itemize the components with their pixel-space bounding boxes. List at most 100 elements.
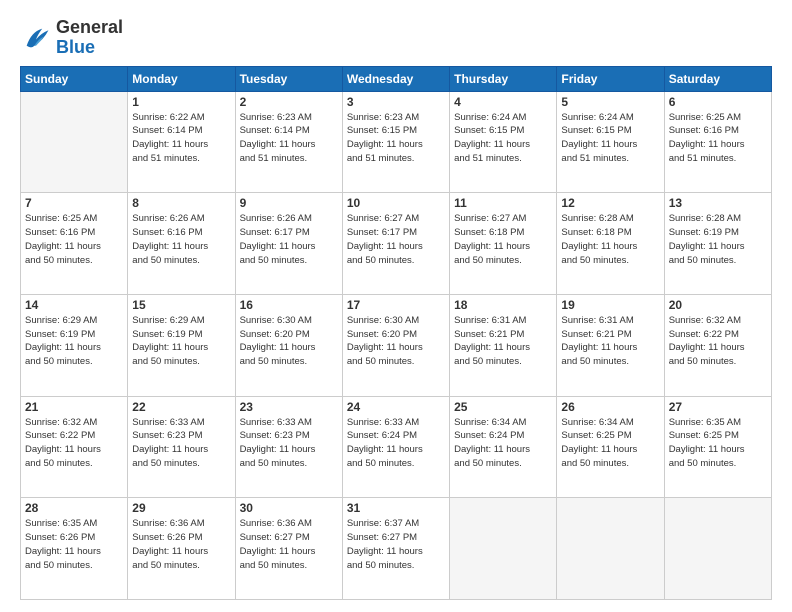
day-info: Sunrise: 6:29 AMSunset: 6:19 PMDaylight:… — [132, 314, 230, 369]
week-row-1: 1Sunrise: 6:22 AMSunset: 6:14 PMDaylight… — [21, 91, 772, 193]
calendar-cell: 1Sunrise: 6:22 AMSunset: 6:14 PMDaylight… — [128, 91, 235, 193]
header: General Blue — [20, 18, 772, 58]
calendar-cell: 27 Sunrise: 6:35 AMSunset: 6:25 PMDayligh… — [664, 396, 771, 498]
page: General Blue SundayMondayTuesdayWednesda… — [0, 0, 792, 612]
day-number: 13 — [669, 196, 767, 210]
day-number: 14 — [25, 298, 123, 312]
calendar-cell: 5 Sunrise: 6:24 AMSunset: 6:15 PMDaylight… — [557, 91, 664, 193]
day-number: 6 — [669, 95, 767, 109]
day-number: 18 — [454, 298, 552, 312]
calendar-cell: 31 Sunrise: 6:37 AMSunset: 6:27 PMDayligh… — [342, 498, 449, 600]
day-number: 31 — [347, 501, 445, 515]
day-info: Sunrise: 6:31 AMSunset: 6:21 PMDaylight:… — [561, 314, 659, 369]
calendar-cell — [557, 498, 664, 600]
calendar-cell: 8 Sunrise: 6:26 AMSunset: 6:16 PMDaylight… — [128, 193, 235, 295]
calendar-cell: 4 Sunrise: 6:24 AMSunset: 6:15 PMDaylight… — [450, 91, 557, 193]
day-info: Sunrise: 6:33 AMSunset: 6:23 PMDaylight:… — [240, 416, 338, 471]
day-number: 19 — [561, 298, 659, 312]
calendar-cell: 6 Sunrise: 6:25 AMSunset: 6:16 PMDaylight… — [664, 91, 771, 193]
day-number: 9 — [240, 196, 338, 210]
day-number: 29 — [132, 501, 230, 515]
day-number: 25 — [454, 400, 552, 414]
calendar-cell — [21, 91, 128, 193]
day-number: 8 — [132, 196, 230, 210]
calendar-cell: 3 Sunrise: 6:23 AMSunset: 6:15 PMDaylight… — [342, 91, 449, 193]
day-info: Sunrise: 6:29 AMSunset: 6:19 PMDaylight:… — [25, 314, 123, 369]
calendar-cell: 18 Sunrise: 6:31 AMSunset: 6:21 PMDayligh… — [450, 294, 557, 396]
week-row-4: 21 Sunrise: 6:32 AMSunset: 6:22 PMDayligh… — [21, 396, 772, 498]
day-number: 27 — [669, 400, 767, 414]
col-header-monday: Monday — [128, 66, 235, 91]
day-number: 3 — [347, 95, 445, 109]
calendar-cell: 13 Sunrise: 6:28 AMSunset: 6:19 PMDayligh… — [664, 193, 771, 295]
day-info: Sunrise: 6:33 AMSunset: 6:23 PMDaylight:… — [132, 416, 230, 471]
day-number: 28 — [25, 501, 123, 515]
day-number: 16 — [240, 298, 338, 312]
day-number: 21 — [25, 400, 123, 414]
day-info: Sunrise: 6:23 AMSunset: 6:15 PMDaylight:… — [347, 111, 445, 166]
day-info: Sunrise: 6:26 AMSunset: 6:16 PMDaylight:… — [132, 212, 230, 267]
calendar-cell: 16 Sunrise: 6:30 AMSunset: 6:20 PMDayligh… — [235, 294, 342, 396]
day-info: Sunrise: 6:24 AMSunset: 6:15 PMDaylight:… — [561, 111, 659, 166]
day-number: 22 — [132, 400, 230, 414]
day-info: Sunrise: 6:31 AMSunset: 6:21 PMDaylight:… — [454, 314, 552, 369]
day-number: 4 — [454, 95, 552, 109]
day-info: Sunrise: 6:35 AMSunset: 6:26 PMDaylight:… — [25, 517, 123, 572]
day-number: 20 — [669, 298, 767, 312]
day-number: 26 — [561, 400, 659, 414]
day-number: 15 — [132, 298, 230, 312]
logo-blue: Blue — [56, 37, 95, 57]
calendar-cell — [664, 498, 771, 600]
logo-general: General — [56, 17, 123, 37]
calendar-table: SundayMondayTuesdayWednesdayThursdayFrid… — [20, 66, 772, 600]
calendar-cell: 11 Sunrise: 6:27 AMSunset: 6:18 PMDayligh… — [450, 193, 557, 295]
day-info: Sunrise: 6:34 AMSunset: 6:24 PMDaylight:… — [454, 416, 552, 471]
day-info: Sunrise: 6:24 AMSunset: 6:15 PMDaylight:… — [454, 111, 552, 166]
day-info: Sunrise: 6:36 AMSunset: 6:26 PMDaylight:… — [132, 517, 230, 572]
day-info: Sunrise: 6:23 AMSunset: 6:14 PMDaylight:… — [240, 111, 338, 166]
logo: General Blue — [20, 18, 123, 58]
week-row-2: 7Sunrise: 6:25 AMSunset: 6:16 PMDaylight… — [21, 193, 772, 295]
day-info: Sunrise: 6:32 AMSunset: 6:22 PMDaylight:… — [669, 314, 767, 369]
day-info: Sunrise: 6:22 AMSunset: 6:14 PMDaylight:… — [132, 111, 230, 166]
day-info: Sunrise: 6:32 AMSunset: 6:22 PMDaylight:… — [25, 416, 123, 471]
day-info: Sunrise: 6:37 AMSunset: 6:27 PMDaylight:… — [347, 517, 445, 572]
logo-text: General Blue — [56, 18, 123, 58]
calendar-cell: 25 Sunrise: 6:34 AMSunset: 6:24 PMDayligh… — [450, 396, 557, 498]
day-number: 10 — [347, 196, 445, 210]
day-info: Sunrise: 6:26 AMSunset: 6:17 PMDaylight:… — [240, 212, 338, 267]
calendar-cell: 23Sunrise: 6:33 AMSunset: 6:23 PMDayligh… — [235, 396, 342, 498]
calendar-cell: 21 Sunrise: 6:32 AMSunset: 6:22 PMDayligh… — [21, 396, 128, 498]
day-info: Sunrise: 6:27 AMSunset: 6:17 PMDaylight:… — [347, 212, 445, 267]
col-header-friday: Friday — [557, 66, 664, 91]
calendar-cell: 22 Sunrise: 6:33 AMSunset: 6:23 PMDayligh… — [128, 396, 235, 498]
calendar-header-row: SundayMondayTuesdayWednesdayThursdayFrid… — [21, 66, 772, 91]
day-number: 12 — [561, 196, 659, 210]
calendar-cell: 12 Sunrise: 6:28 AMSunset: 6:18 PMDayligh… — [557, 193, 664, 295]
calendar-cell: 10 Sunrise: 6:27 AMSunset: 6:17 PMDayligh… — [342, 193, 449, 295]
day-info: Sunrise: 6:35 AMSunset: 6:25 PMDaylight:… — [669, 416, 767, 471]
day-number: 5 — [561, 95, 659, 109]
col-header-sunday: Sunday — [21, 66, 128, 91]
calendar-cell: 26Sunrise: 6:34 AMSunset: 6:25 PMDayligh… — [557, 396, 664, 498]
col-header-tuesday: Tuesday — [235, 66, 342, 91]
col-header-wednesday: Wednesday — [342, 66, 449, 91]
week-row-5: 28 Sunrise: 6:35 AMSunset: 6:26 PMDayligh… — [21, 498, 772, 600]
calendar-cell: 30Sunrise: 6:36 AMSunset: 6:27 PMDayligh… — [235, 498, 342, 600]
calendar-cell: 17 Sunrise: 6:30 AMSunset: 6:20 PMDayligh… — [342, 294, 449, 396]
calendar-cell: 14 Sunrise: 6:29 AMSunset: 6:19 PMDayligh… — [21, 294, 128, 396]
col-header-saturday: Saturday — [664, 66, 771, 91]
day-number: 2 — [240, 95, 338, 109]
day-info: Sunrise: 6:28 AMSunset: 6:18 PMDaylight:… — [561, 212, 659, 267]
day-info: Sunrise: 6:25 AMSunset: 6:16 PMDaylight:… — [669, 111, 767, 166]
col-header-thursday: Thursday — [450, 66, 557, 91]
day-info: Sunrise: 6:30 AMSunset: 6:20 PMDaylight:… — [347, 314, 445, 369]
calendar-cell: 7Sunrise: 6:25 AMSunset: 6:16 PMDaylight… — [21, 193, 128, 295]
day-info: Sunrise: 6:30 AMSunset: 6:20 PMDaylight:… — [240, 314, 338, 369]
calendar-cell: 24Sunrise: 6:33 AMSunset: 6:24 PMDayligh… — [342, 396, 449, 498]
day-info: Sunrise: 6:27 AMSunset: 6:18 PMDaylight:… — [454, 212, 552, 267]
day-info: Sunrise: 6:28 AMSunset: 6:19 PMDaylight:… — [669, 212, 767, 267]
calendar-cell: 28 Sunrise: 6:35 AMSunset: 6:26 PMDayligh… — [21, 498, 128, 600]
day-number: 17 — [347, 298, 445, 312]
day-number: 11 — [454, 196, 552, 210]
